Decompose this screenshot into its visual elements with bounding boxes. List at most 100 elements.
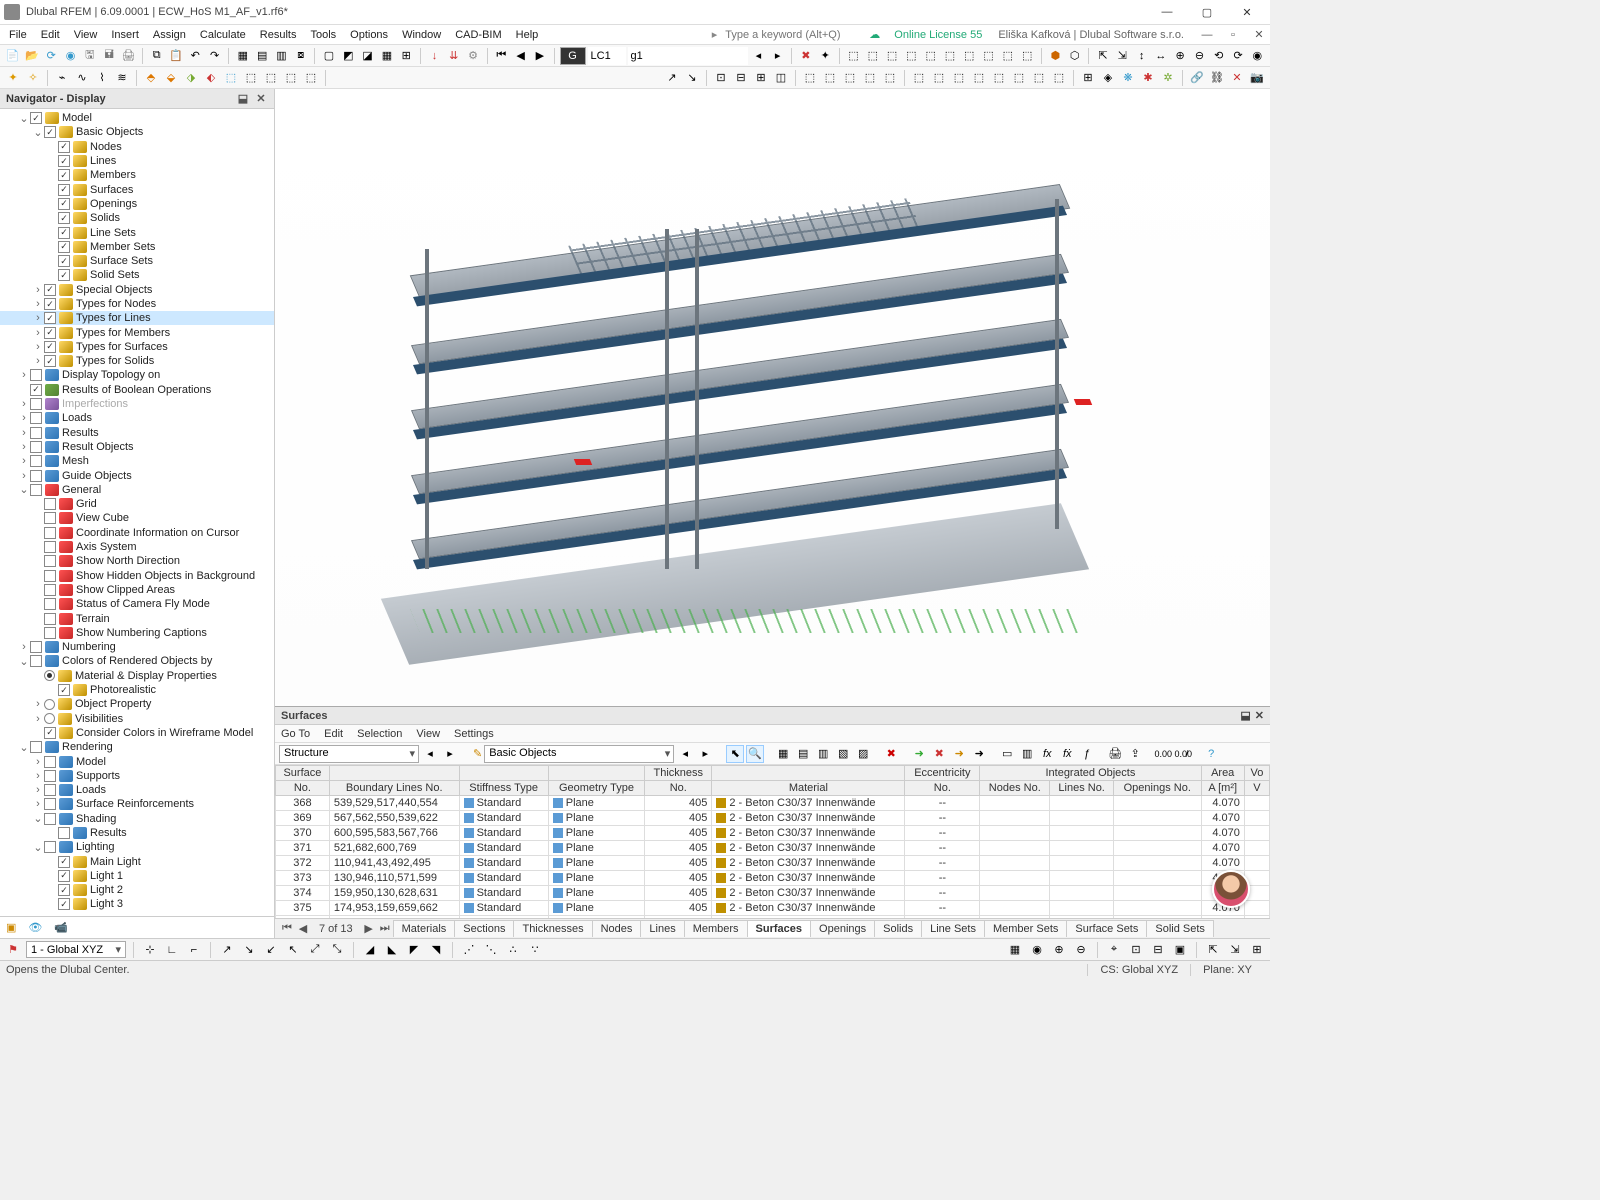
navigator-close-button[interactable]: ✕ <box>254 92 268 106</box>
undo-icon[interactable]: ↶ <box>187 47 204 65</box>
t7-icon[interactable]: ⬚ <box>961 47 978 65</box>
basic-objects-combo[interactable]: Basic Objects <box>484 745 674 763</box>
keyword-search-input[interactable] <box>723 27 863 43</box>
r5-icon[interactable]: ⊞ <box>752 69 770 87</box>
mod1-icon[interactable]: ⬘ <box>142 69 160 87</box>
menu-view[interactable]: View <box>67 27 105 43</box>
tab-last-icon[interactable]: ⏭ <box>377 922 393 935</box>
tab-solids[interactable]: Solids <box>874 920 922 937</box>
r18-icon[interactable]: ⬚ <box>1030 69 1048 87</box>
nav-tab-data-icon[interactable]: ▣ <box>6 921 16 934</box>
s1-icon[interactable]: ✦ <box>4 69 22 87</box>
tb-fn-icon[interactable]: ƒ <box>1078 745 1096 763</box>
tab-surface-sets[interactable]: Surface Sets <box>1066 920 1147 937</box>
tb-a3-icon[interactable]: ➜ <box>950 745 968 763</box>
tree-item[interactable]: ›Types for Surfaces <box>0 340 274 354</box>
doc-minimize-button[interactable]: — <box>1198 27 1216 43</box>
mod7-icon[interactable]: ⬚ <box>262 69 280 87</box>
table-row[interactable]: 372110,941,43,492,495StandardPlane4052 -… <box>276 856 1270 871</box>
tab-prev-icon[interactable]: ◀ <box>295 922 311 935</box>
r17-icon[interactable]: ⬚ <box>1010 69 1028 87</box>
sel-cursor-icon[interactable]: ⬉ <box>726 745 744 763</box>
copy-icon[interactable]: ⧉ <box>148 47 165 65</box>
bt23-icon[interactable]: ⊡ <box>1127 941 1145 959</box>
t5-icon[interactable]: ⬚ <box>922 47 939 65</box>
table-row[interactable]: 368539,529,517,440,554StandardPlane4052 … <box>276 796 1270 811</box>
r14-icon[interactable]: ⬚ <box>950 69 968 87</box>
tree-item[interactable]: ⌄Shading <box>0 812 274 826</box>
menu-tools[interactable]: Tools <box>303 27 343 43</box>
tab-materials[interactable]: Materials <box>393 920 456 937</box>
tree-item[interactable]: Surface Sets <box>0 254 274 268</box>
t10-icon[interactable]: ⬚ <box>1019 47 1036 65</box>
t1-icon[interactable]: ⬚ <box>845 47 862 65</box>
s2-icon[interactable]: ✧ <box>24 69 42 87</box>
transparent-icon[interactable]: ◪ <box>359 47 376 65</box>
x8-icon[interactable]: ⟳ <box>1229 47 1246 65</box>
view-2-icon[interactable]: ▤ <box>254 47 271 65</box>
window-close-button[interactable]: ✕ <box>1228 1 1266 23</box>
bt17-icon[interactable]: ∵ <box>526 941 544 959</box>
snap3-icon[interactable]: ✱ <box>1139 69 1157 87</box>
tree-item[interactable]: Nodes <box>0 140 274 154</box>
link-icon[interactable]: 🔗 <box>1188 69 1206 87</box>
tb-g1-icon[interactable]: ▦ <box>774 745 792 763</box>
menu-insert[interactable]: Insert <box>104 27 146 43</box>
tab-line-sets[interactable]: Line Sets <box>921 920 985 937</box>
table-row[interactable]: 373130,946,110,571,599StandardPlane4052 … <box>276 871 1270 886</box>
bt18-icon[interactable]: ▦ <box>1006 941 1024 959</box>
r9-icon[interactable]: ⬚ <box>841 69 859 87</box>
bt10-icon[interactable]: ◢ <box>361 941 379 959</box>
nav-prev-icon[interactable]: ⏮ <box>493 47 510 65</box>
tree-item[interactable]: ›Object Property <box>0 697 274 711</box>
surfaces-menu-edit[interactable]: Edit <box>324 728 343 740</box>
tree-item[interactable]: ›Special Objects <box>0 283 274 297</box>
tree-item[interactable]: ›Loads <box>0 411 274 425</box>
tree-item[interactable]: Surfaces <box>0 182 274 196</box>
tb-g3-icon[interactable]: ▥ <box>814 745 832 763</box>
mod5-icon[interactable]: ⬚ <box>222 69 240 87</box>
r15-icon[interactable]: ⬚ <box>970 69 988 87</box>
t4-icon[interactable]: ⬚ <box>903 47 920 65</box>
bt-flag-icon[interactable]: ⚑ <box>4 941 22 959</box>
tb-a4-icon[interactable]: ➜ <box>970 745 988 763</box>
r11-icon[interactable]: ⬚ <box>881 69 899 87</box>
tree-item[interactable]: Results of Boolean Operations <box>0 383 274 397</box>
bo-prev-icon[interactable]: ◂ <box>676 745 694 763</box>
bt11-icon[interactable]: ◣ <box>383 941 401 959</box>
tab-nodes[interactable]: Nodes <box>592 920 642 937</box>
del-x-icon[interactable]: ✕ <box>1228 69 1246 87</box>
solid-view-icon[interactable]: ◩ <box>340 47 357 65</box>
tree-item[interactable]: Coordinate Information on Cursor <box>0 526 274 540</box>
st-prev-icon[interactable]: ◂ <box>421 745 439 763</box>
bt25-icon[interactable]: ▣ <box>1171 941 1189 959</box>
r1-icon[interactable]: ↗ <box>663 69 681 87</box>
settings-icon[interactable]: ⚙ <box>464 47 481 65</box>
st-next-icon[interactable]: ▸ <box>441 745 459 763</box>
mod2-icon[interactable]: ⬙ <box>162 69 180 87</box>
view-3-icon[interactable]: ▥ <box>273 47 290 65</box>
unlink-icon[interactable]: ⛓ <box>1208 69 1226 87</box>
r3-icon[interactable]: ⊡ <box>712 69 730 87</box>
coord-system-combo[interactable]: 1 - Global XYZ ▾ <box>26 941 126 958</box>
surfaces-pin-button[interactable]: ⬓ <box>1240 709 1250 722</box>
surfaces-table[interactable]: SurfaceThicknessEccentricityIntegrated O… <box>275 765 1270 918</box>
nav-tab-views-icon[interactable]: 📹 <box>54 921 68 934</box>
tree-item[interactable]: Photorealistic <box>0 683 274 697</box>
r12-icon[interactable]: ⬚ <box>910 69 928 87</box>
tb-g4-icon[interactable]: ▧ <box>834 745 852 763</box>
structure-combo[interactable]: Structure <box>279 745 419 763</box>
tb-fx2-icon[interactable]: fẋ <box>1058 745 1076 763</box>
tb-zero2-icon[interactable]: 0.0̸0 <box>1174 745 1192 763</box>
paste-icon[interactable]: 📋 <box>167 47 184 65</box>
tree-item[interactable]: Status of Camera Fly Mode <box>0 597 274 611</box>
tree-item[interactable]: Line Sets <box>0 225 274 239</box>
x2-icon[interactable]: ⇲ <box>1114 47 1131 65</box>
cube2-icon[interactable]: ⬡ <box>1066 47 1083 65</box>
tree-item[interactable]: ›Display Topology on <box>0 368 274 382</box>
menu-file[interactable]: File <box>2 27 34 43</box>
snap4-icon[interactable]: ✲ <box>1159 69 1177 87</box>
table-row[interactable]: 374159,950,130,628,631StandardPlane4052 … <box>276 886 1270 901</box>
t8-icon[interactable]: ⬚ <box>980 47 997 65</box>
s4-icon[interactable]: ∿ <box>73 69 91 87</box>
